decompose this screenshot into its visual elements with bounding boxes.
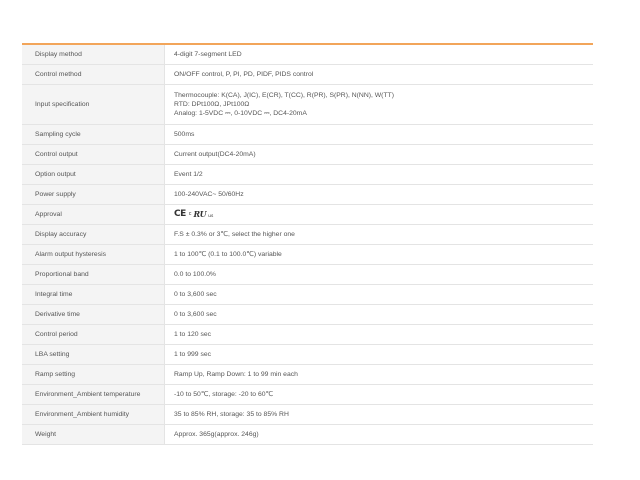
- spec-row-control-period: Control period 1 to 120 sec: [22, 325, 593, 345]
- spec-value: 0.0 to 100.0%: [165, 265, 593, 284]
- spec-row-power-supply: Power supply 100-240VAC~ 50/60Hz: [22, 185, 593, 205]
- spec-value: 1 to 120 sec: [165, 325, 593, 344]
- spec-label: Control period: [22, 325, 165, 344]
- spec-row-option-output: Option output Event 1/2: [22, 165, 593, 185]
- spec-row-ambient-humidity: Environment_Ambient humidity 35 to 85% R…: [22, 405, 593, 425]
- spec-label: Control output: [22, 145, 165, 164]
- spec-value: 0 to 3,600 sec: [165, 305, 593, 324]
- spec-value-text: 1 to 100℃ (0.1 to 100.0℃) variable: [174, 251, 282, 258]
- spec-label: Input specification: [22, 85, 165, 124]
- spec-value-text: Ramp Up, Ramp Down: 1 to 99 min each: [174, 371, 298, 378]
- spec-value: ON/OFF control, P, PI, PD, PIDF, PIDS co…: [165, 65, 593, 84]
- spec-label: Environment_Ambient humidity: [22, 405, 165, 424]
- spec-value: 500ms: [165, 125, 593, 144]
- spec-value-text: Approx. 365g(approx. 246g): [174, 431, 259, 438]
- spec-value: 35 to 85% RH, storage: 35 to 85% RH: [165, 405, 593, 424]
- spec-value-text: 500ms: [174, 131, 195, 138]
- spec-value-line-analog: Analog: 1-5VDC ⎓, 0-10VDC ⎓, DC4-20mA: [174, 110, 307, 117]
- spec-row-display-accuracy: Display accuracy F.S ± 0.3% or 3℃, selec…: [22, 225, 593, 245]
- spec-value-text: F.S ± 0.3% or 3℃, select the higher one: [174, 231, 295, 238]
- spec-table: Display method 4-digit 7-segment LED Con…: [22, 43, 593, 445]
- spec-row-approval: Approval CE c RU us: [22, 205, 593, 225]
- spec-value-text: -10 to 50℃, storage: -20 to 60℃: [174, 391, 274, 398]
- approval-marks: CE c RU us: [174, 210, 593, 220]
- spec-row-ramp-setting: Ramp setting Ramp Up, Ramp Down: 1 to 99…: [22, 365, 593, 385]
- spec-label: Display method: [22, 45, 165, 64]
- spec-value-text: 0.0 to 100.0%: [174, 271, 216, 278]
- spec-label: Derivative time: [22, 305, 165, 324]
- ce-mark-icon: CE: [174, 209, 186, 219]
- us-mark-icon: us: [208, 213, 214, 219]
- spec-value-line-thermocouple: Thermocouple: K(CA), J(IC), E(CR), T(CC)…: [174, 92, 395, 99]
- spec-value-text: 4-digit 7-segment LED: [174, 51, 242, 58]
- spec-value: -10 to 50℃, storage: -20 to 60℃: [165, 385, 593, 404]
- spec-row-control-method: Control method ON/OFF control, P, PI, PD…: [22, 65, 593, 85]
- spec-row-integral-time: Integral time 0 to 3,600 sec: [22, 285, 593, 305]
- spec-value-line-rtd: RTD: DPt100Ω, JPt100Ω: [174, 101, 250, 108]
- spec-row-input-specification: Input specification Thermocouple: K(CA),…: [22, 85, 593, 125]
- spec-value-text: 100-240VAC~ 50/60Hz: [174, 191, 244, 198]
- spec-value-text: Current output(DC4-20mA): [174, 151, 256, 158]
- spec-value: CE c RU us: [165, 205, 593, 224]
- spec-value: F.S ± 0.3% or 3℃, select the higher one: [165, 225, 593, 244]
- spec-row-sampling-cycle: Sampling cycle 500ms: [22, 125, 593, 145]
- c-mark-icon: c: [188, 211, 192, 217]
- spec-value-text: 0 to 3,600 sec: [174, 291, 217, 298]
- spec-label: Proportional band: [22, 265, 165, 284]
- spec-label: Approval: [22, 205, 165, 224]
- spec-label: Power supply: [22, 185, 165, 204]
- spec-label: Display accuracy: [22, 225, 165, 244]
- spec-label: Ramp setting: [22, 365, 165, 384]
- spec-value-text: ON/OFF control, P, PI, PD, PIDF, PIDS co…: [174, 71, 314, 78]
- spec-value: 4-digit 7-segment LED: [165, 45, 593, 64]
- spec-value: Ramp Up, Ramp Down: 1 to 99 min each: [165, 365, 593, 384]
- spec-row-display-method: Display method 4-digit 7-segment LED: [22, 45, 593, 65]
- spec-label: Control method: [22, 65, 165, 84]
- spec-label: Integral time: [22, 285, 165, 304]
- spec-value-text: Event 1/2: [174, 171, 203, 178]
- spec-row-derivative-time: Derivative time 0 to 3,600 sec: [22, 305, 593, 325]
- spec-row-proportional-band: Proportional band 0.0 to 100.0%: [22, 265, 593, 285]
- ur-mark-icon: RU: [193, 209, 207, 219]
- spec-value-text: 1 to 120 sec: [174, 331, 212, 338]
- spec-row-ambient-temperature: Environment_Ambient temperature -10 to 5…: [22, 385, 593, 405]
- spec-row-alarm-output-hysteresis: Alarm output hysteresis 1 to 100℃ (0.1 t…: [22, 245, 593, 265]
- spec-value: 0 to 3,600 sec: [165, 285, 593, 304]
- spec-row-weight: Weight Approx. 365g(approx. 246g): [22, 425, 593, 445]
- spec-value: Approx. 365g(approx. 246g): [165, 425, 593, 444]
- spec-label: Weight: [22, 425, 165, 444]
- spec-value: Thermocouple: K(CA), J(IC), E(CR), T(CC)…: [165, 85, 593, 124]
- spec-value: 1 to 100℃ (0.1 to 100.0℃) variable: [165, 245, 593, 264]
- spec-row-lba-setting: LBA setting 1 to 999 sec: [22, 345, 593, 365]
- spec-label: Sampling cycle: [22, 125, 165, 144]
- spec-label: Environment_Ambient temperature: [22, 385, 165, 404]
- spec-label: Option output: [22, 165, 165, 184]
- spec-row-control-output: Control output Current output(DC4-20mA): [22, 145, 593, 165]
- spec-label: LBA setting: [22, 345, 165, 364]
- spec-value-text: 0 to 3,600 sec: [174, 311, 217, 318]
- spec-value: Current output(DC4-20mA): [165, 145, 593, 164]
- spec-label: Alarm output hysteresis: [22, 245, 165, 264]
- spec-value-text: 35 to 85% RH, storage: 35 to 85% RH: [174, 411, 289, 418]
- spec-value: 1 to 999 sec: [165, 345, 593, 364]
- spec-value: Event 1/2: [165, 165, 593, 184]
- spec-value-text: 1 to 999 sec: [174, 351, 212, 358]
- spec-value: 100-240VAC~ 50/60Hz: [165, 185, 593, 204]
